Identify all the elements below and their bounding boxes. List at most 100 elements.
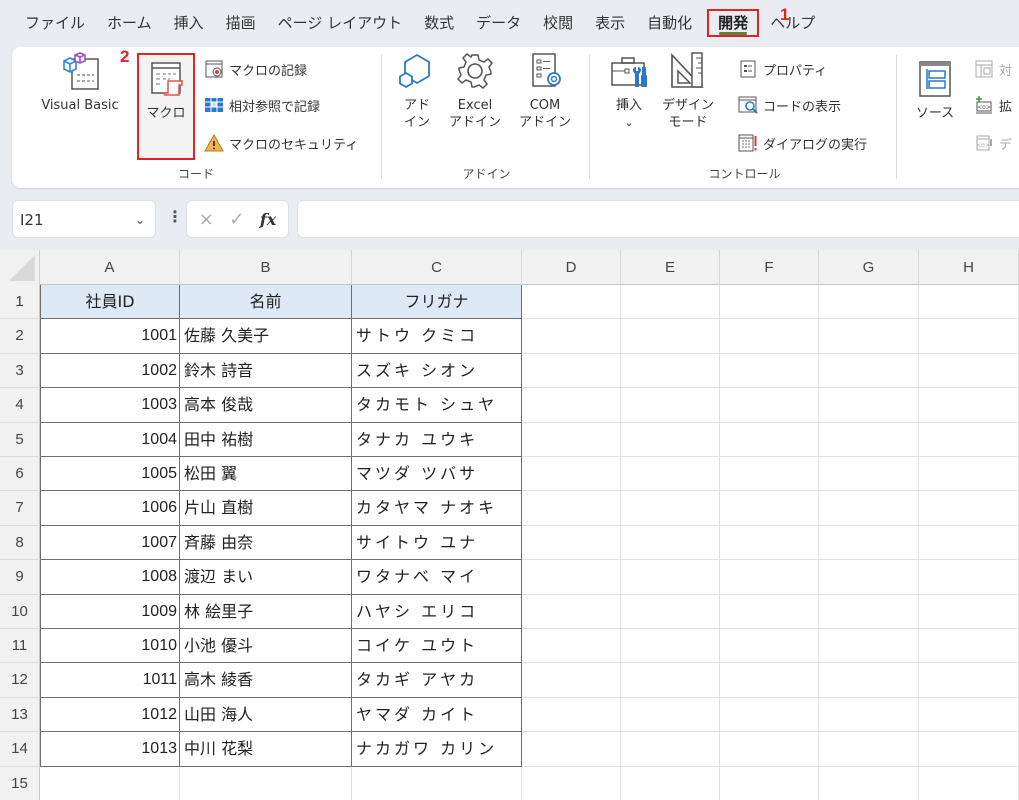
cell-g4[interactable]	[819, 388, 919, 423]
column-header-b[interactable]: B	[180, 250, 352, 285]
cell-d8[interactable]	[522, 525, 621, 561]
row-header-13[interactable]: 13	[0, 697, 40, 733]
cell-a13[interactable]: 1012	[40, 697, 180, 733]
cell-b12[interactable]: 高木 綾香	[180, 663, 352, 698]
tab-formulas[interactable]: 数式	[413, 9, 465, 37]
cancel-icon[interactable]: ×	[199, 209, 214, 230]
tab-developer[interactable]: 開発	[707, 8, 760, 37]
cell-b4[interactable]: 高本 俊哉	[180, 388, 352, 423]
map-properties-button[interactable]: 対	[974, 57, 1012, 81]
cell-a5[interactable]: 1004	[40, 422, 180, 457]
relative-reference-button[interactable]: 相対参照で記録	[204, 93, 320, 117]
cell-d4[interactable]	[522, 388, 621, 423]
row-header-2[interactable]: 2	[0, 319, 40, 354]
tab-review[interactable]: 校閲	[532, 9, 584, 37]
cell-c10[interactable]: ハヤシ エリコ	[352, 594, 522, 629]
cell-c3[interactable]: スズキ シオン	[352, 353, 522, 389]
formula-input[interactable]	[297, 200, 1019, 238]
cell-e4[interactable]	[621, 388, 720, 423]
table-header-cell[interactable]: フリガナ	[352, 285, 522, 320]
cell-c4[interactable]: タカモト シュヤ	[352, 388, 522, 423]
tab-view[interactable]: 表示	[584, 9, 636, 37]
cell-f2[interactable]	[720, 319, 819, 354]
row-header-8[interactable]: 8	[0, 525, 40, 561]
cell-b13[interactable]: 山田 海人	[180, 697, 352, 733]
cell-g5[interactable]	[819, 422, 919, 457]
enter-icon[interactable]: ✓	[229, 209, 244, 230]
visual-basic-button[interactable]: Visual Basic	[28, 51, 132, 114]
row-header-14[interactable]: 14	[0, 732, 40, 767]
cell-e12[interactable]	[621, 663, 720, 698]
addins-button[interactable]: アド イン	[394, 51, 440, 131]
run-dialog-button[interactable]: ダイアログの実行	[738, 131, 867, 155]
cell-d9[interactable]	[522, 560, 621, 595]
cell-a14[interactable]: 1013	[40, 732, 180, 767]
cell-b8[interactable]: 斉藤 由奈	[180, 525, 352, 561]
cell-h8[interactable]	[919, 525, 1019, 561]
cell-g2[interactable]	[819, 319, 919, 354]
properties-button[interactable]: プロパティ	[738, 57, 827, 81]
cell-a4[interactable]: 1003	[40, 388, 180, 423]
cell-g13[interactable]	[819, 697, 919, 733]
cell-f3[interactable]	[720, 353, 819, 389]
column-header-h[interactable]: H	[919, 250, 1019, 285]
cell-e14[interactable]	[621, 732, 720, 767]
cell-e8[interactable]	[621, 525, 720, 561]
export-button[interactable]: <o> デ	[974, 131, 1012, 155]
cell-b6[interactable]: 松田 翼	[180, 457, 352, 492]
cell-e6[interactable]	[621, 457, 720, 492]
row-header-10[interactable]: 10	[0, 594, 40, 629]
cell-d3[interactable]	[522, 353, 621, 389]
cell-d6[interactable]	[522, 457, 621, 492]
cell-d5[interactable]	[522, 422, 621, 457]
tab-data[interactable]: データ	[465, 9, 532, 37]
cell-h13[interactable]	[919, 697, 1019, 733]
cell-c6[interactable]: マツダ ツバサ	[352, 457, 522, 492]
com-addins-button[interactable]: COM アドイン	[512, 51, 578, 131]
cell-h2[interactable]	[919, 319, 1019, 354]
row-header-9[interactable]: 9	[0, 560, 40, 595]
cell-a9[interactable]: 1008	[40, 560, 180, 595]
column-header-a[interactable]: A	[40, 250, 180, 285]
cell-f6[interactable]	[720, 457, 819, 492]
row-header-15[interactable]: 15	[0, 766, 40, 800]
table-header-cell[interactable]: 名前	[180, 285, 352, 320]
column-header-g[interactable]: G	[819, 250, 919, 285]
cell-c7[interactable]: カタヤマ ナオキ	[352, 491, 522, 526]
record-macro-button[interactable]: マクロの記録	[204, 57, 307, 81]
cell-a2[interactable]: 1001	[40, 319, 180, 354]
cell-d10[interactable]	[522, 594, 621, 629]
tab-page-layout[interactable]: ページ レイアウト	[267, 9, 413, 37]
cell-f5[interactable]	[720, 422, 819, 457]
cell-d7[interactable]	[522, 491, 621, 526]
cell-f9[interactable]	[720, 560, 819, 595]
cell-h9[interactable]	[919, 560, 1019, 595]
cell-h14[interactable]	[919, 732, 1019, 767]
cell-c9[interactable]: ワタナベ マイ	[352, 560, 522, 595]
cell-h7[interactable]	[919, 491, 1019, 526]
source-button[interactable]: ソース	[906, 51, 964, 122]
cell-e5[interactable]	[621, 422, 720, 457]
cell-c13[interactable]: ヤマダ カイト	[352, 697, 522, 733]
row-header-11[interactable]: 11	[0, 629, 40, 664]
tab-home[interactable]: ホーム	[96, 9, 163, 37]
cell-f15[interactable]	[720, 766, 819, 800]
cell-c2[interactable]: サトウ クミコ	[352, 319, 522, 354]
cell-f1[interactable]	[720, 285, 819, 320]
cell-d1[interactable]	[522, 285, 621, 320]
cell-e11[interactable]	[621, 629, 720, 664]
macro-button[interactable]: マクロ	[137, 53, 195, 160]
cell-f4[interactable]	[720, 388, 819, 423]
insert-control-button[interactable]: 挿入 ⌄	[604, 51, 654, 131]
cell-e2[interactable]	[621, 319, 720, 354]
cell-g12[interactable]	[819, 663, 919, 698]
cell-c14[interactable]: ナカガワ カリン	[352, 732, 522, 767]
cell-f7[interactable]	[720, 491, 819, 526]
cell-g15[interactable]	[819, 766, 919, 800]
cell-b11[interactable]: 小池 優斗	[180, 629, 352, 664]
expansion-packs-button[interactable]: <o> 拡	[974, 93, 1012, 117]
cell-b15[interactable]	[180, 766, 352, 800]
row-header-5[interactable]: 5	[0, 422, 40, 457]
cell-b7[interactable]: 片山 直樹	[180, 491, 352, 526]
cell-f10[interactable]	[720, 594, 819, 629]
